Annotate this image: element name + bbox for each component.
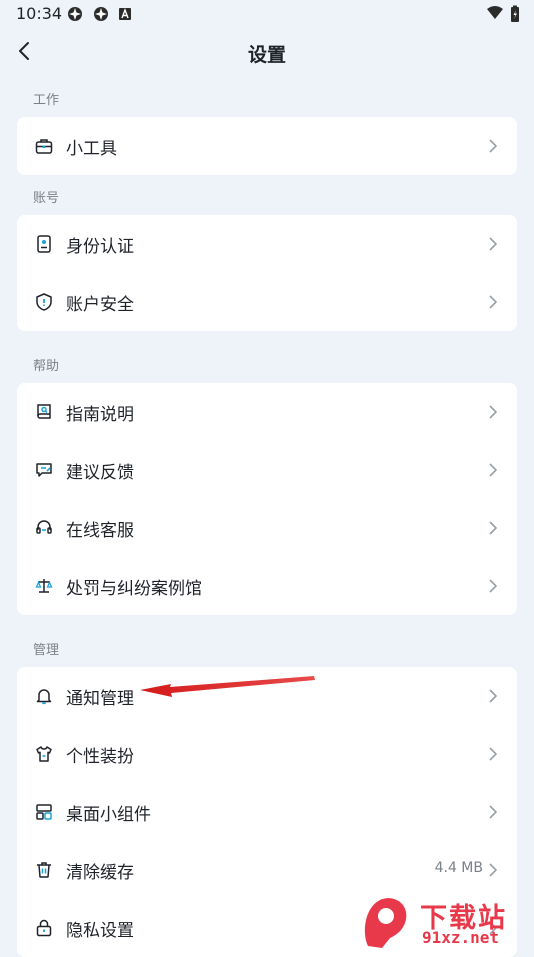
settings-item-clear-cache[interactable]: 清除缓存 4.4 MB — [17, 841, 517, 899]
section-label-account: 账号 — [33, 191, 60, 206]
chevron-right-icon — [489, 139, 498, 153]
shield-icon — [36, 293, 52, 311]
chevron-right-icon — [489, 521, 498, 535]
chevron-right-icon — [489, 295, 498, 309]
settings-card-work: 小工具 — [17, 117, 517, 175]
settings-item-feedback[interactable]: 建议反馈 — [17, 441, 517, 499]
app-notification-icon — [68, 7, 82, 21]
settings-item-label: 账户安全 — [66, 295, 134, 315]
settings-item-online-service[interactable]: 在线客服 — [17, 499, 517, 557]
feedback-icon — [36, 463, 52, 477]
trash-icon — [37, 862, 51, 878]
chevron-right-icon — [489, 579, 498, 593]
settings-card-help: 指南说明 建议反馈 在线客服 处罚与纠纷案例馆 — [17, 383, 517, 615]
settings-item-widgets[interactable]: 桌面小组件 — [17, 783, 517, 841]
chevron-right-icon — [489, 463, 498, 477]
settings-item-personalize[interactable]: 个性装扮 — [17, 725, 517, 783]
settings-item-label: 在线客服 — [66, 521, 134, 541]
status-bar: 10:34 — [0, 0, 534, 28]
tshirt-icon — [36, 746, 52, 762]
chevron-right-icon — [489, 863, 498, 877]
settings-item-label: 指南说明 — [66, 405, 134, 425]
section-label-manage: 管理 — [33, 643, 60, 658]
scales-icon — [35, 579, 53, 593]
guide-book-icon — [37, 404, 51, 419]
settings-item-label: 清除缓存 — [66, 863, 134, 883]
chevron-right-icon — [489, 689, 498, 703]
settings-item-label: 身份认证 — [66, 237, 134, 257]
settings-item-label: 小工具 — [66, 139, 117, 159]
settings-card-account: 身份认证 账户安全 — [17, 215, 517, 331]
settings-item-notifications[interactable]: 通知管理 — [17, 667, 517, 725]
id-card-icon — [37, 235, 51, 253]
settings-item-label: 处罚与纠纷案例馆 — [66, 579, 202, 599]
section-label-help: 帮助 — [33, 359, 60, 374]
cache-size-value: 4.4 MB — [434, 860, 483, 876]
page-title: 设置 — [247, 44, 286, 66]
chevron-right-icon — [489, 747, 498, 761]
settings-item-label: 建议反馈 — [66, 463, 134, 483]
watermark-logo: 下载站 91xz.net — [360, 894, 530, 950]
settings-item-identity[interactable]: 身份认证 — [17, 215, 517, 273]
settings-item-label: 通知管理 — [66, 689, 134, 709]
chevron-right-icon — [489, 237, 498, 251]
section-label-work: 工作 — [33, 93, 60, 108]
settings-item-account-security[interactable]: 账户安全 — [17, 273, 517, 331]
settings-item-label: 隐私设置 — [66, 921, 134, 941]
wifi-icon — [487, 6, 503, 19]
settings-item-guide[interactable]: 指南说明 — [17, 383, 517, 441]
status-time: 10:34 — [16, 4, 63, 23]
app-notification-icon — [94, 7, 108, 21]
lock-icon — [36, 919, 52, 937]
settings-item-label: 个性装扮 — [66, 747, 134, 767]
settings-item-label: 桌面小组件 — [66, 805, 151, 825]
headset-icon — [36, 520, 52, 534]
font-notification-icon — [119, 8, 131, 20]
settings-item-tools[interactable]: 小工具 — [17, 117, 517, 175]
bell-icon — [36, 689, 52, 705]
toolbox-icon — [35, 139, 53, 154]
widgets-icon — [36, 804, 52, 820]
watermark-url-text: 91xz.net — [422, 928, 500, 947]
battery-icon — [511, 5, 519, 22]
chevron-right-icon — [489, 805, 498, 819]
chevron-right-icon — [489, 405, 498, 419]
settings-item-dispute-cases[interactable]: 处罚与纠纷案例馆 — [17, 557, 517, 615]
top-bar: 设置 — [0, 28, 534, 74]
